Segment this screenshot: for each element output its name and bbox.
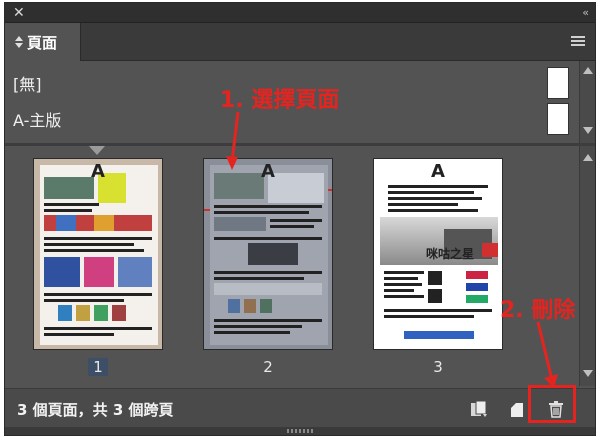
scroll-down-icon[interactable] (583, 370, 593, 377)
grip-dots (287, 429, 315, 433)
page-number: 3 (433, 358, 443, 376)
page-number: 1 (33, 358, 163, 376)
panel-resize-grip[interactable] (5, 427, 595, 435)
page-number: 2 (263, 358, 273, 376)
collapse-panel-icon[interactable]: ‹‹ (582, 4, 589, 22)
page-thumbnail[interactable]: A (203, 158, 333, 350)
master-thumbnail[interactable] (547, 103, 569, 135)
page-thumbnail[interactable]: A (33, 158, 163, 350)
page-thumbnail[interactable]: 咪咕之星 A (373, 158, 503, 350)
pages-scrollbar[interactable] (579, 146, 595, 386)
panel-menu-icon[interactable] (571, 36, 585, 47)
panel-titlebar: ✕ ‹‹ (5, 3, 595, 23)
master-name: [無] (13, 75, 42, 94)
page-master-letter: A (431, 161, 445, 182)
page3-headline: 咪咕之星 (426, 247, 475, 261)
scroll-down-icon[interactable] (583, 127, 593, 134)
master-thumbnail[interactable] (547, 67, 569, 99)
tab-strip: 頁面 (5, 23, 595, 61)
tab-pages[interactable]: 頁面 (5, 23, 81, 61)
close-icon[interactable]: ✕ (13, 4, 25, 22)
pages-panel: ✕ ‹‹ 頁面 [無] A-主版 A 1 A 2 咪咕之星 A 3 3 個頁面，… (4, 2, 596, 436)
current-spread-marker-icon (89, 146, 105, 155)
pages-section: A 1 A 2 咪咕之星 A 3 (5, 146, 579, 386)
masters-scrollbar[interactable] (579, 61, 595, 143)
annotation-arrow-2 (536, 321, 558, 388)
new-page-icon[interactable] (507, 399, 527, 419)
page-count-status: 3 個頁面，共 3 個跨頁 (17, 401, 174, 419)
annotation-arrow-1 (226, 111, 240, 170)
master-name: A-主版 (13, 111, 62, 130)
delete-highlight-box (528, 385, 576, 423)
tab-label: 頁面 (27, 33, 58, 52)
edit-page-size-icon[interactable] (469, 399, 489, 419)
page-master-letter: A (91, 161, 105, 182)
status-bar: 3 個頁面，共 3 個跨頁 (5, 388, 595, 428)
scroll-up-icon[interactable] (583, 67, 593, 74)
tab-arrows-icon (15, 36, 23, 48)
scroll-up-icon[interactable] (583, 154, 593, 161)
